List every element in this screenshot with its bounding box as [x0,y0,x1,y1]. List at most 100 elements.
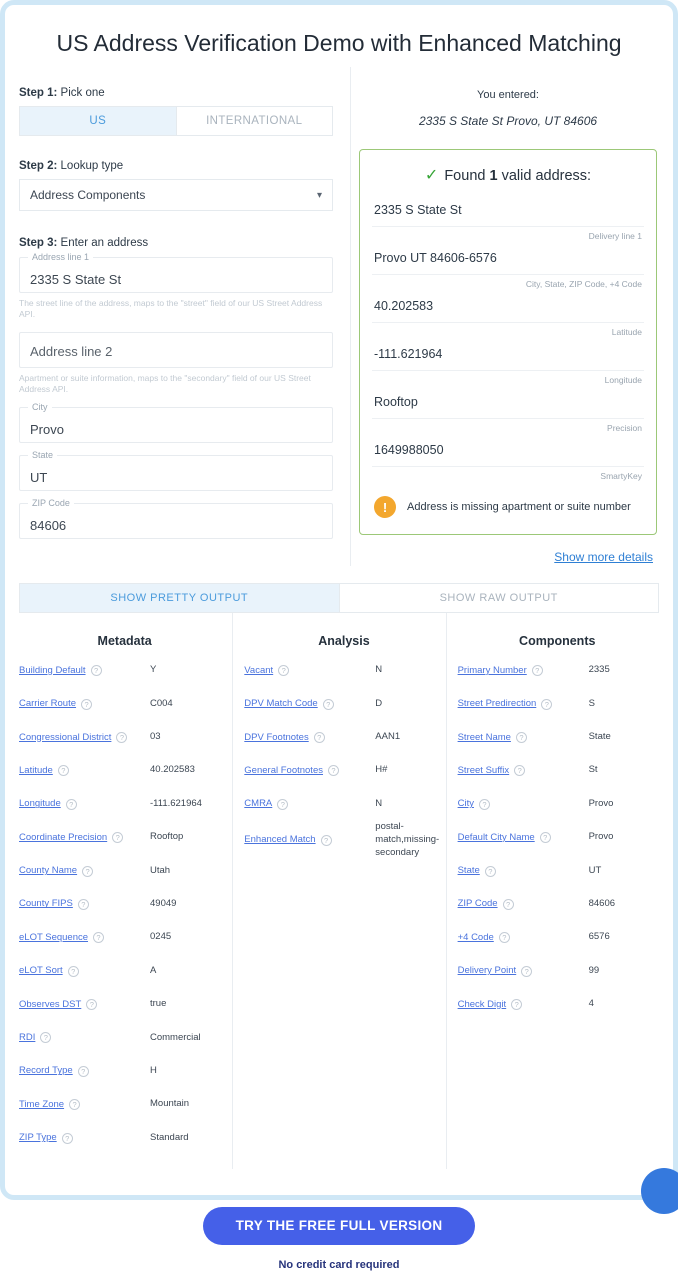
field-value: 0245 [150,931,172,943]
state-input[interactable] [20,456,332,491]
help-icon[interactable]: ? [320,834,332,846]
field-doc-link[interactable]: State [458,865,480,877]
help-icon[interactable]: ? [502,898,514,910]
help-icon[interactable]: ? [67,965,79,977]
address-verification-demo-page: { "icons": { "check": "✓", "warning": "!… [0,0,678,1271]
output-tab-group: SHOW PRETTY OUTPUT SHOW RAW OUTPUT [19,583,659,613]
field-doc-link[interactable]: Longitude [19,798,61,810]
components-title: Components [519,634,596,648]
address-line1-input[interactable] [20,258,332,292]
help-icon[interactable]: ? [57,765,69,777]
field-value: State [588,731,611,743]
field-doc-link[interactable]: Street Suffix [458,765,510,777]
result-row: 40.202583 Latitude [372,291,644,339]
field-value: A [150,964,157,976]
metadata-rows: Building Default ? Y Carrier Route ? C00… [19,654,230,1155]
field-doc-link[interactable]: County Name [19,865,77,877]
field-doc-link[interactable]: RDI [19,1032,35,1044]
field-doc-link[interactable]: CMRA [244,798,272,810]
help-icon[interactable]: ? [278,665,290,677]
help-icon[interactable]: ? [511,999,523,1011]
help-icon[interactable]: ? [521,965,533,977]
step3-label: Step 3: Enter an address [19,237,149,249]
field-doc-link[interactable]: Coordinate Precision [19,832,107,844]
field-doc-link[interactable]: Street Name [458,732,511,744]
address-line2-input[interactable] [20,333,332,368]
field-doc-link[interactable]: Observes DST [19,999,81,1011]
help-icon[interactable]: ? [61,1132,73,1144]
show-more-details-link[interactable]: Show more details [554,550,653,564]
field-doc-link[interactable]: Latitude [19,765,53,777]
help-icon[interactable]: ? [93,932,105,944]
field-doc-link[interactable]: Primary Number [458,665,527,677]
help-icon[interactable]: ? [539,832,551,844]
help-icon[interactable]: ? [277,798,289,810]
step2-label: Step 2: Lookup type [19,160,124,172]
output-row: Default City Name ? Provo [458,821,657,854]
help-icon[interactable]: ? [82,865,94,877]
help-icon[interactable]: ? [65,798,77,810]
components-rows: Primary Number ? 2335 Street Predirectio… [458,654,657,1021]
field-doc-link[interactable]: Carrier Route [19,698,76,710]
field-doc-link[interactable]: eLOT Sequence [19,932,88,944]
help-icon[interactable]: ? [116,731,128,743]
lookup-type-select[interactable]: Address Components ▾ [19,179,333,211]
help-icon[interactable]: ? [498,932,510,944]
field-doc-link[interactable]: City [458,798,474,810]
help-icon[interactable]: ? [86,999,98,1011]
help-icon[interactable]: ? [77,898,89,910]
warning-text: Address is missing apartment or suite nu… [407,501,631,513]
field-doc-link[interactable]: Delivery Point [458,965,517,977]
field-doc-link[interactable]: ZIP Type [19,1132,57,1144]
help-icon[interactable]: ? [81,698,93,710]
analysis-rows: Vacant ? N DPV Match Code ? D DPV Footno… [244,654,443,859]
field-doc-link[interactable]: Street Predirection [458,698,537,710]
tab-international[interactable]: INTERNATIONAL [175,107,332,135]
help-icon[interactable]: ? [327,765,339,777]
field-doc-link[interactable]: Default City Name [458,832,535,844]
field-doc-link[interactable]: +4 Code [458,932,494,944]
field-doc-link[interactable]: Congressional District [19,732,111,744]
help-icon[interactable]: ? [69,1099,81,1111]
field-doc-link[interactable]: County FIPS [19,898,73,910]
help-icon[interactable]: ? [313,731,325,743]
field-doc-link[interactable]: Enhanced Match [244,834,315,846]
result-field-label: SmartyKey [600,471,642,481]
field-doc-link[interactable]: eLOT Sort [19,965,63,977]
help-icon[interactable]: ? [77,1065,89,1077]
metadata-title: Metadata [97,634,152,648]
field-doc-link[interactable]: DPV Match Code [244,698,317,710]
help-icon[interactable]: ? [514,765,526,777]
help-icon[interactable]: ? [541,698,553,710]
field-doc-link[interactable]: Record Type [19,1065,73,1077]
address-line1-helper: The street line of the address, maps to … [19,298,323,320]
output-row: Check Digit ? 4 [458,988,657,1021]
no-credit-card-note: No credit card required [278,1258,400,1271]
field-doc-link[interactable]: DPV Footnotes [244,732,308,744]
field-value: 40.202583 [150,764,195,776]
field-doc-link[interactable]: General Footnotes [244,765,323,777]
help-icon[interactable]: ? [478,798,490,810]
field-value: D [375,697,383,709]
chevron-down-icon: ▾ [316,189,322,201]
help-icon[interactable]: ? [531,665,543,677]
field-doc-link[interactable]: Building Default [19,665,86,677]
tab-show-pretty-output[interactable]: SHOW PRETTY OUTPUT [20,584,339,612]
help-icon[interactable]: ? [40,1032,52,1044]
help-icon[interactable]: ? [90,665,102,677]
result-value: 1649988050 [372,435,644,467]
field-doc-link[interactable]: Vacant [244,665,273,677]
zip-input[interactable] [20,504,332,539]
city-input[interactable] [20,408,332,443]
help-icon[interactable]: ? [322,698,334,710]
help-icon[interactable]: ? [112,832,124,844]
try-free-full-version-button[interactable]: TRY THE FREE FULL VERSION [203,1206,475,1245]
chat-widget-button[interactable] [641,1168,678,1214]
tab-show-raw-output[interactable]: SHOW RAW OUTPUT [338,584,658,612]
field-doc-link[interactable]: Check Digit [458,999,507,1011]
help-icon[interactable]: ? [515,731,527,743]
field-doc-link[interactable]: Time Zone [19,1099,64,1111]
tab-us[interactable]: US [20,107,176,135]
help-icon[interactable]: ? [484,865,496,877]
field-doc-link[interactable]: ZIP Code [458,898,498,910]
